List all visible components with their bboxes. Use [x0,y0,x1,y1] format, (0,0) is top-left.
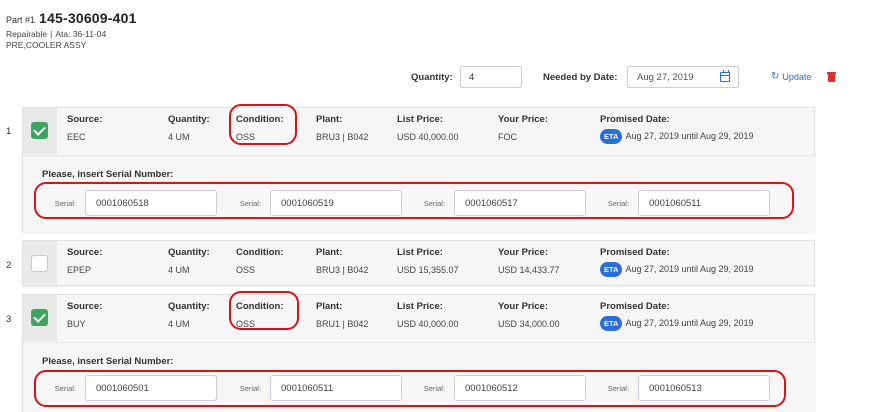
list-price-header: List Price: [397,247,443,258]
quantity-value: 4 UM [168,265,190,275]
promised-date-cell: Promised Date: ETA Aug 27, 2019 until Aug… [600,114,754,144]
your-price-value: USD 14,433.77 [498,265,560,275]
source-header: Source: [67,114,103,125]
quantity-header: Quantity: [168,114,210,125]
promised-date-cell: Promised Date: ETA Aug 27, 2019 until Aug… [600,301,754,331]
promised-date-text: Aug 27, 2019 until Aug 29, 2019 [625,317,754,328]
part-description: PRE,COOLER ASSY [6,40,87,50]
plant-value: BRU3 | B042 [316,265,369,275]
list-price-cell: List Price: USD 40,000.00 [397,301,459,329]
part-meta: Repairable | Ata: 36-11-04 [6,29,137,39]
serial-annotation [34,182,794,219]
list-price-header: List Price: [397,301,443,312]
list-price-value: USD 15,355.07 [397,265,459,275]
part-number: 145-30609-401 [39,10,137,26]
eta-badge: ETA [600,262,623,277]
plant-cell: Plant: BRU3 | B042 [316,114,368,142]
source-value: EEC [67,132,86,142]
source-value: BUY [67,319,86,329]
ata-code: Ata: 36-11-04 [55,29,107,39]
your-price-header: Your Price: [498,301,548,312]
quantity-cell: Quantity: 4 UM [168,114,210,142]
plant-header: Plant: [316,114,343,125]
update-button[interactable]: ↻ Update [771,71,812,83]
list-price-cell: List Price: USD 40,000.00 [397,114,459,142]
trash-icon[interactable] [827,72,836,82]
refresh-icon: ↻ [771,71,780,82]
source-row: Source: EPEP Quantity: 4 UM Condition: O… [22,240,815,287]
promised-date-text: Aug 27, 2019 until Aug 29, 2019 [625,130,754,141]
serial-prompt: Please, insert Serial Number: [42,356,174,367]
condition-header: Condition: [236,247,284,258]
check-icon[interactable] [31,309,48,326]
check-icon[interactable] [31,122,48,139]
plant-value: BRU3 | B042 [316,132,369,142]
quantity-header: Quantity: [168,301,210,312]
condition-cell: Condition: OSS [236,247,283,275]
source-value: EPEP [67,265,92,275]
meta-separator: | [50,29,53,39]
plant-header: Plant: [316,247,343,258]
promised-date-cell: Promised Date: ETA Aug 27, 2019 until Aug… [600,247,754,277]
your-price-value: FOC [498,132,517,142]
update-label: Update [782,72,812,82]
row-checkbox-cell [23,295,57,341]
promised-date-value: ETA Aug 27, 2019 until Aug 29, 2019 [600,129,754,144]
source-header: Source: [67,247,103,258]
quantity-cell: Quantity: 4 UM [168,301,210,329]
quantity-value: 4 UM [168,319,190,329]
serial-prompt: Please, insert Serial Number: [42,169,174,180]
quantity-label: Quantity: [411,72,453,83]
repairable-label: Repairable [6,29,48,39]
eta-badge: ETA [600,129,623,144]
row-number: 2 [6,260,12,271]
quantity-header: Quantity: [168,247,210,258]
calendar-icon[interactable] [720,70,730,82]
part-header: Part #1 145-30609-401 Repairable | Ata: … [6,10,137,50]
your-price-cell: Your Price: FOC [498,114,548,142]
source-cell: Source: EPEP [67,247,102,275]
eta-badge: ETA [600,316,623,331]
promised-date-header: Promised Date: [600,114,670,125]
quantity-value: 4 UM [168,132,190,142]
needed-by-date-input[interactable]: Aug 27, 2019 [627,66,739,88]
serial-annotation [34,370,786,407]
part-title-line: Part #1 145-30609-401 [6,10,137,26]
checkbox-empty-icon[interactable] [31,255,48,272]
part-label: Part #1 [6,15,36,25]
plant-value: BRU1 | B042 [316,319,369,329]
needed-by-date-value: Aug 27, 2019 [637,72,694,83]
list-price-header: List Price: [397,114,443,125]
source-cell: Source: EEC [67,114,102,142]
list-price-cell: List Price: USD 15,355.07 [397,247,459,275]
needed-by-date-label: Needed by Date: [543,72,618,83]
quantity-cell: Quantity: 4 UM [168,247,210,275]
row-number: 3 [6,314,12,325]
row-checkbox-cell [23,108,57,154]
quantity-input[interactable]: 4 [460,66,522,88]
promised-date-header: Promised Date: [600,247,670,258]
your-price-cell: Your Price: USD 34,000.00 [498,301,560,329]
list-price-value: USD 40,000.00 [397,319,459,329]
plant-cell: Plant: BRU1 | B042 [316,301,368,329]
your-price-header: Your Price: [498,247,548,258]
source-header: Source: [67,301,103,312]
your-price-header: Your Price: [498,114,548,125]
plant-header: Plant: [316,301,343,312]
promised-date-value: ETA Aug 27, 2019 until Aug 29, 2019 [600,262,754,277]
plant-cell: Plant: BRU3 | B042 [316,247,368,275]
condition-annotation [229,291,299,330]
condition-annotation [229,104,297,145]
promised-date-header: Promised Date: [600,301,670,312]
row-checkbox-cell [23,241,57,287]
list-price-value: USD 40,000.00 [397,132,459,142]
source-cell: Source: BUY [67,301,102,329]
your-price-cell: Your Price: USD 14,433.77 [498,247,560,275]
promised-date-text: Aug 27, 2019 until Aug 29, 2019 [625,263,754,274]
condition-value: OSS [236,265,256,275]
row-number: 1 [6,126,12,137]
your-price-value: USD 34,000.00 [498,319,560,329]
promised-date-value: ETA Aug 27, 2019 until Aug 29, 2019 [600,316,754,331]
